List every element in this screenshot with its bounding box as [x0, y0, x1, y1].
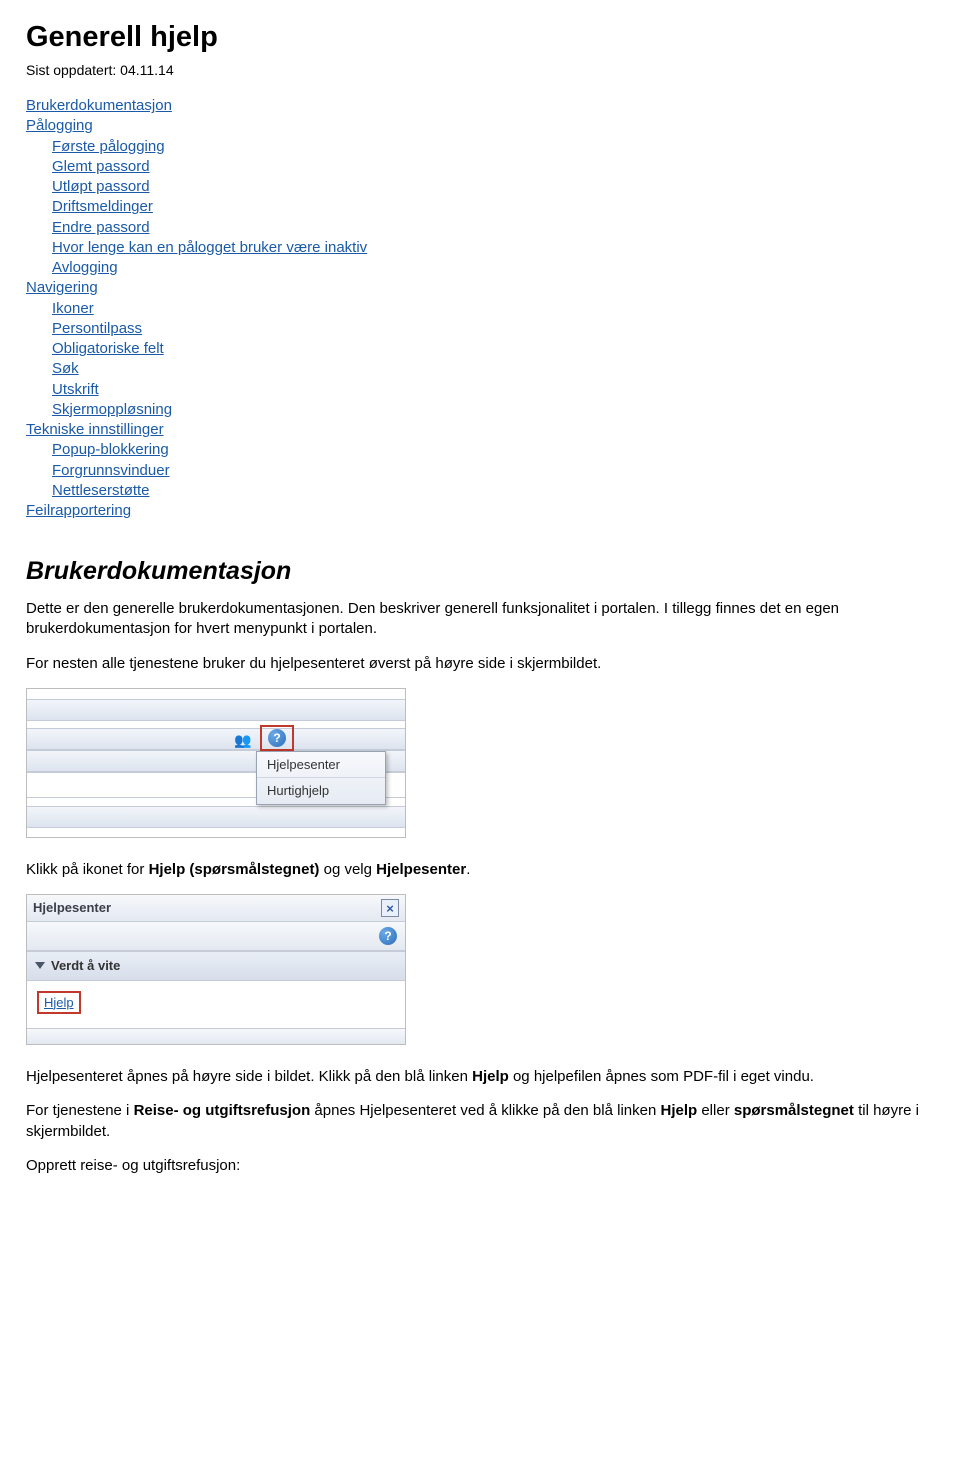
toc-link[interactable]: Glemt passord [52, 158, 150, 175]
toc-link[interactable]: Avlogging [52, 259, 118, 276]
toc-link[interactable]: Persontilpass [52, 320, 142, 337]
panel-content: Hjelp [27, 981, 405, 1029]
chevron-down-icon [35, 962, 45, 969]
paragraph: For nesten alle tjenestene bruker du hje… [26, 654, 934, 674]
screenshot-help-menu: 👥 ? Hjelpesenter Hurtighjelp [26, 688, 406, 838]
question-icon[interactable]: ? [379, 927, 397, 945]
decorative-stripe [27, 1028, 405, 1044]
toc-link[interactable]: Søk [52, 360, 79, 377]
toc-link[interactable]: Nettleserstøtte [52, 482, 150, 499]
text-fragment: For tjenestene i [26, 1102, 134, 1119]
text-fragment: Hjelpesenteret åpnes på høyre side i bil… [26, 1068, 472, 1085]
accordion-header[interactable]: Verdt å vite [27, 951, 405, 981]
text-fragment: og velg [319, 861, 376, 878]
text-bold: Hjelp [660, 1102, 697, 1119]
toc-link[interactable]: Skjermoppløsning [52, 401, 172, 418]
accordion-label: Verdt å vite [51, 957, 120, 975]
paragraph: Hjelpesenteret åpnes på høyre side i bil… [26, 1067, 934, 1087]
panel-titlebar: Hjelpesenter × [27, 895, 405, 922]
paragraph: For tjenestene i Reise- og utgiftsrefusj… [26, 1101, 934, 1142]
text-bold: Reise- og utgiftsrefusjon [134, 1102, 311, 1119]
last-updated: Sist oppdatert: 04.11.14 [26, 61, 934, 80]
toc-link[interactable]: Endre passord [52, 219, 150, 236]
text-bold: spørsmålstegnet [734, 1102, 854, 1119]
toc-link[interactable]: Hvor lenge kan en pålogget bruker være i… [52, 239, 367, 256]
page-title: Generell hjelp [26, 18, 934, 57]
decorative-stripe [27, 728, 405, 750]
toc-link[interactable]: Driftsmeldinger [52, 198, 153, 215]
paragraph: Klikk på ikonet for Hjelp (spørsmålstegn… [26, 860, 934, 880]
panel-toolbar: ? [27, 922, 405, 951]
text-fragment: . [466, 861, 470, 878]
toc-link[interactable]: Utløpt passord [52, 178, 150, 195]
toc-link[interactable]: Utskrift [52, 381, 99, 398]
toc-link[interactable]: Obligatoriske felt [52, 340, 164, 357]
text-fragment: åpnes Hjelpesenteret ved å klikke på den… [310, 1102, 660, 1119]
table-of-contents: Brukerdokumentasjon Pålogging Første pål… [26, 96, 934, 521]
decorative-stripe [27, 699, 405, 721]
text-bold: Hjelp [472, 1068, 509, 1085]
menu-item-hurtighjelp[interactable]: Hurtighjelp [257, 777, 385, 804]
help-icon-highlight[interactable]: ? [260, 725, 294, 751]
text-fragment: eller [697, 1102, 734, 1119]
toc-link[interactable]: Pålogging [26, 117, 93, 134]
toc-link[interactable]: Forgrunnsvinduer [52, 462, 170, 479]
user-icon: 👥 [234, 731, 252, 747]
screenshot-hjelpesenter-panel: Hjelpesenter × ? Verdt å vite Hjelp [26, 894, 406, 1045]
text-fragment: Klikk på ikonet for [26, 861, 149, 878]
toc-link[interactable]: Navigering [26, 279, 98, 296]
help-dropdown-menu: Hjelpesenter Hurtighjelp [256, 751, 386, 805]
toc-link[interactable]: Brukerdokumentasjon [26, 97, 172, 114]
toc-link[interactable]: Første pålogging [52, 138, 165, 155]
toc-link[interactable]: Feilrapportering [26, 502, 131, 519]
toc-link[interactable]: Ikoner [52, 300, 94, 317]
question-icon: ? [268, 729, 286, 747]
hjelp-link[interactable]: Hjelp [37, 991, 81, 1015]
paragraph: Opprett reise- og utgiftsrefusjon: [26, 1156, 934, 1176]
menu-item-hjelpesenter[interactable]: Hjelpesenter [257, 752, 385, 778]
toc-link[interactable]: Popup-blokkering [52, 441, 169, 458]
text-fragment: og hjelpefilen åpnes som PDF-fil i eget … [509, 1068, 814, 1085]
paragraph: Dette er den generelle brukerdokumentasj… [26, 599, 934, 640]
close-icon[interactable]: × [381, 899, 399, 917]
toc-link[interactable]: Tekniske innstillinger [26, 421, 164, 438]
section-heading: Brukerdokumentasjon [26, 555, 934, 589]
panel-title: Hjelpesenter [33, 899, 111, 917]
decorative-stripe [27, 806, 405, 828]
text-bold: Hjelpesenter [376, 861, 466, 878]
text-bold: Hjelp (spørsmålstegnet) [149, 861, 320, 878]
